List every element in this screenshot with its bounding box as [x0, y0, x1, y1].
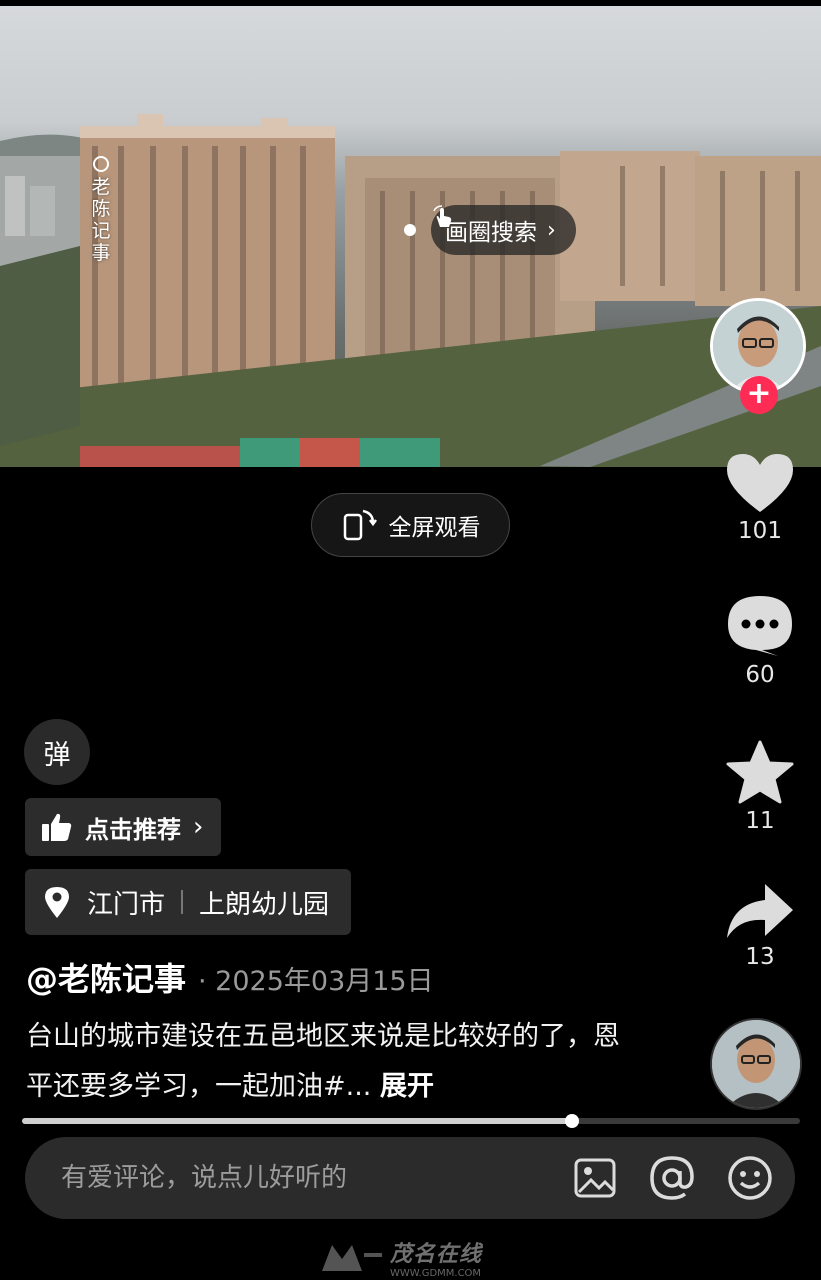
location-tag[interactable]: 江门市 上朗幼儿园	[25, 869, 352, 935]
expand-caption-button[interactable]: 展开	[380, 1071, 434, 1102]
comment-bar	[25, 1137, 795, 1219]
hand-pointer-icon	[433, 205, 452, 227]
site-brand: 茂名在线	[390, 1241, 483, 1267]
circle-search-button[interactable]: 画圈搜索 ›	[431, 205, 576, 255]
progress-knob[interactable]	[565, 1114, 580, 1128]
chevron-right-icon: ›	[193, 812, 204, 842]
at-icon[interactable]	[649, 1155, 695, 1201]
fullscreen-button[interactable]: 全屏观看	[311, 493, 510, 557]
author-name[interactable]: @老陈记事	[26, 954, 186, 1000]
comment-count: 60	[745, 662, 775, 688]
post-date: · 2025年03月15日	[198, 966, 434, 997]
comment-input[interactable]	[59, 1162, 573, 1194]
heart-icon	[727, 454, 793, 512]
progress-fill	[22, 1118, 573, 1124]
site-url: WWW.GDMM.COM	[390, 1267, 482, 1279]
search-anchor-dot	[404, 224, 416, 236]
video-frame-scene	[0, 114, 821, 467]
comment-bubble-icon	[728, 596, 792, 656]
share-arrow-icon	[727, 884, 793, 938]
recommend-label: 点击推荐	[85, 815, 181, 844]
music-disc[interactable]	[710, 1018, 802, 1110]
location-divider	[181, 890, 184, 914]
share-count: 13	[745, 944, 775, 970]
location-place: 上朗幼儿园	[199, 889, 330, 920]
danmu-toggle[interactable]: 弹	[24, 719, 90, 785]
watermark-text: 老陈记事	[91, 176, 111, 264]
post-author-line: @老陈记事 · 2025年03月15日	[26, 954, 434, 1000]
recommend-button[interactable]: 点击推荐 ›	[25, 798, 222, 856]
emoji-icon[interactable]	[727, 1155, 773, 1201]
site-watermark-logo: 茂名在线 WWW.GDMM.COM	[320, 1238, 520, 1279]
danmu-label: 弹	[43, 739, 71, 771]
watermark-logo-icon	[93, 156, 109, 172]
fullscreen-label: 全屏观看	[388, 515, 481, 541]
thumbs-up-icon	[42, 813, 72, 841]
share-button[interactable]: 13	[715, 882, 805, 970]
video-watermark: 老陈记事	[88, 156, 114, 264]
like-button[interactable]: 101	[715, 452, 805, 544]
video-progress-bar[interactable]	[22, 1114, 800, 1128]
comment-tools	[573, 1155, 773, 1201]
music-disc-avatar	[712, 1020, 800, 1108]
like-count: 101	[738, 518, 782, 544]
star-icon	[726, 740, 794, 804]
follow-button[interactable]: +	[740, 376, 778, 414]
rotate-screen-icon	[343, 509, 377, 541]
comment-button[interactable]: 60	[715, 594, 805, 688]
location-city: 江门市	[87, 889, 166, 920]
video-player[interactable]: 老陈记事 画圈搜索 ›	[0, 6, 821, 467]
favorite-count: 11	[745, 808, 775, 834]
image-icon[interactable]	[573, 1156, 617, 1200]
post-caption: 台山的城市建设在五邑地区来说是比较好的了，恩平还要多学习，一起加油#... 展开	[26, 1012, 646, 1112]
caption-text: 台山的城市建设在五邑地区来说是比较好的了，恩平还要多学习，一起加油#...	[26, 1021, 620, 1102]
circle-search-label: 画圈搜索	[445, 220, 537, 246]
location-pin-icon	[45, 887, 69, 918]
favorite-button[interactable]: 11	[715, 740, 805, 834]
chevron-right-icon: ›	[547, 217, 556, 243]
site-logo-icon	[322, 1245, 382, 1271]
plus-icon: +	[746, 376, 772, 411]
